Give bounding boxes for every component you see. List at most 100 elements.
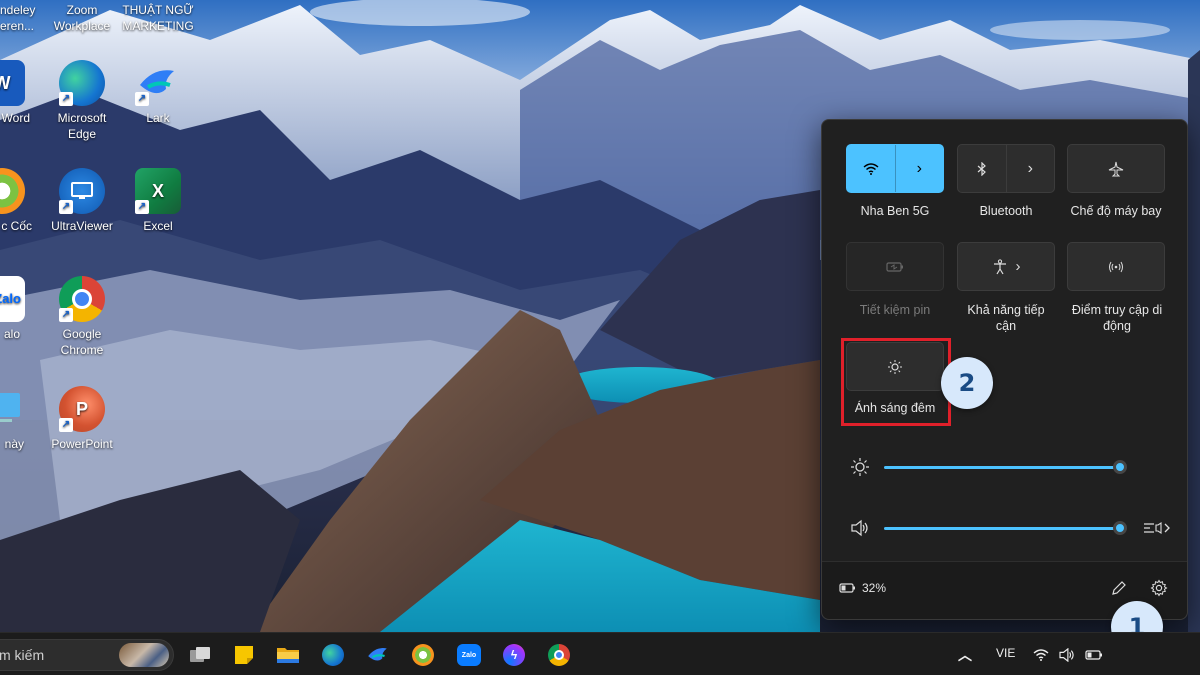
icon-label: PowerPoint [51, 437, 113, 451]
chrome-icon [548, 644, 570, 666]
sticky-notes-button[interactable] [231, 642, 257, 668]
icon-label-line2: Workplace [53, 19, 111, 33]
desktop-icon-zalo[interactable]: Zalo alo [0, 276, 40, 342]
excel-icon: X ↗ [135, 168, 181, 214]
all-settings-button[interactable] [1150, 579, 1170, 599]
icon-label: Excel [143, 219, 173, 233]
ultraviewer-icon: ↗ [59, 168, 105, 214]
shortcut-arrow-icon: ↗ [59, 200, 73, 214]
icon-label-line2: Edge [67, 127, 97, 141]
desktop-icon-ultraviewer[interactable]: ↗ UltraViewer [44, 168, 120, 234]
accessibility-tile-label: Khả năng tiếp cận [951, 302, 1061, 334]
edge-icon: ↗ [59, 60, 105, 106]
night-light-highlight-box [841, 338, 951, 426]
mobile-hotspot-tile[interactable] [1067, 242, 1165, 291]
coc-coc-icon [0, 168, 25, 214]
volume-slider-thumb[interactable] [1113, 521, 1127, 535]
computer-icon [0, 386, 25, 432]
shortcut-arrow-icon: ↗ [59, 92, 73, 106]
icon-label-line2: Chrome [60, 343, 104, 357]
airplane-icon [1108, 161, 1124, 176]
chevron-right-icon: › [916, 159, 922, 177]
airplane-mode-tile-label: Chế độ máy bay [1070, 204, 1162, 218]
brightness-slider-track [884, 466, 1120, 469]
edge-taskbar-button[interactable] [320, 642, 346, 668]
shortcut-arrow-icon: ↗ [135, 92, 149, 106]
input-language-indicator[interactable]: VIE [996, 646, 1015, 660]
bluetooth-toggle[interactable] [958, 145, 1006, 192]
icon-label: UltraViewer [51, 219, 113, 233]
label-line1: Điểm truy cập di [1071, 303, 1163, 317]
chevron-up-icon: ︿ [958, 647, 972, 663]
wifi-icon [1033, 649, 1049, 661]
brightness-icon [851, 458, 869, 476]
wifi-tile-label: Nha Ben 5G [860, 204, 930, 218]
icon-label: Word [1, 111, 30, 125]
mobile-hotspot-tile-label: Điểm truy cập di động [1057, 302, 1177, 334]
desktop-label-partial-top[interactable]: ndeley eren... [0, 2, 40, 34]
wifi-icon [863, 162, 879, 175]
battery-status[interactable]: 32% [838, 581, 886, 595]
edge-icon [322, 644, 344, 666]
desktop-icon-lark[interactable]: ↗ Lark [120, 60, 196, 126]
desktop-icon-excel[interactable]: X ↗ Excel [120, 168, 196, 234]
show-hidden-icons-button[interactable]: ︿ [952, 642, 978, 668]
shortcut-arrow-icon: ↗ [59, 308, 73, 322]
wifi-tile[interactable]: › [846, 144, 944, 193]
label-line2: cận [995, 319, 1017, 333]
search-placeholder: m kiếm [0, 647, 45, 663]
bluetooth-expand-button[interactable]: › [1007, 145, 1055, 192]
accessibility-tile[interactable]: › [957, 242, 1055, 291]
bluetooth-tile-label: Bluetooth [979, 204, 1033, 218]
icon-label: Lark [146, 111, 170, 125]
desktop-icon-coc-coc[interactable]: c Cốc [0, 168, 40, 234]
airplane-mode-tile[interactable] [1067, 144, 1165, 193]
icon-label-line1: Zoom [66, 3, 98, 17]
wifi-toggle[interactable] [847, 145, 895, 192]
desktop-icon-edge[interactable]: ↗ Microsoft Edge [44, 60, 120, 142]
coc-coc-taskbar-button[interactable] [410, 642, 436, 668]
task-view-button[interactable] [187, 642, 213, 668]
icon-label: này [4, 437, 24, 451]
desktop-icon-powerpoint[interactable]: P ↗ PowerPoint [44, 386, 120, 452]
file-explorer-button[interactable] [275, 642, 301, 668]
lark-icon: ↗ [135, 60, 181, 106]
wifi-expand-button[interactable]: › [896, 145, 944, 192]
word-icon: W [0, 60, 25, 106]
lark-taskbar-button[interactable] [365, 642, 391, 668]
step-badge-2: 2 [941, 357, 993, 409]
zalo-taskbar-button[interactable]: Zalo [456, 642, 482, 668]
volume-icon [1059, 648, 1074, 662]
desktop-icon-word[interactable]: W Word [0, 60, 40, 126]
icon-label: c Cốc [1, 219, 32, 233]
brightness-slider-thumb[interactable] [1113, 460, 1127, 474]
bluetooth-icon [977, 161, 986, 176]
label-line1: Khả năng tiếp [967, 303, 1045, 317]
taskbar-search-box[interactable]: m kiếm [0, 639, 174, 671]
battery-icon [1085, 650, 1102, 660]
chrome-taskbar-button[interactable] [546, 642, 572, 668]
messenger-taskbar-button[interactable]: ϟ [501, 642, 527, 668]
search-highlight-image [119, 643, 169, 667]
chrome-icon: ↗ [59, 276, 105, 322]
bluetooth-tile[interactable]: › [957, 144, 1055, 193]
folder-icon [277, 648, 299, 663]
edit-quick-settings-button[interactable] [1110, 579, 1130, 599]
audio-output-button[interactable] [1142, 518, 1172, 538]
system-tray-status-group[interactable] [1033, 645, 1103, 665]
desktop-icon-thuat-ngu-marketing[interactable]: THUẬT NGỮ MARKETING [120, 2, 196, 34]
desktop-icon-chrome[interactable]: ↗ Google Chrome [44, 276, 120, 358]
icon-label-line1: Microsoft [57, 111, 107, 125]
label-line: ndeley [0, 3, 36, 17]
desktop-icon-this-pc[interactable]: này [0, 386, 40, 452]
shortcut-arrow-icon: ↗ [59, 418, 73, 432]
audio-output-icon [1144, 521, 1170, 535]
battery-percentage: 32% [862, 581, 887, 595]
label-line2: động [1103, 319, 1131, 333]
desktop-icon-zoom[interactable]: Zoom Workplace [44, 2, 120, 34]
messenger-icon: ϟ [503, 644, 525, 666]
volume-slider[interactable] [850, 518, 1170, 538]
icon-label-line2: MARKETING [122, 19, 194, 33]
brightness-slider[interactable] [850, 457, 1170, 477]
battery-icon [839, 583, 855, 593]
